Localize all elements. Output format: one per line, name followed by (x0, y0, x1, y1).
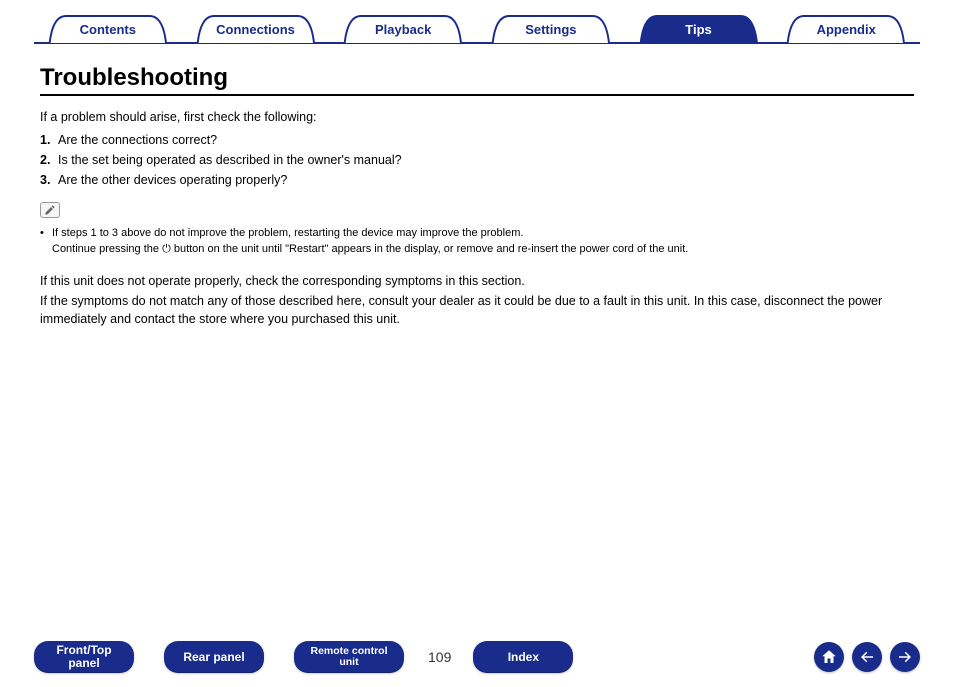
tab-appendix[interactable]: Appendix (773, 14, 919, 44)
check-item-2: 2.Is the set being operated as described… (40, 150, 914, 170)
note-line-2b: button on the unit until "Restart" appea… (171, 243, 689, 255)
check-item-1: 1.Are the connections correct? (40, 130, 914, 150)
nav-icons (814, 642, 920, 672)
page-number: 109 (428, 649, 451, 665)
note-block: • If steps 1 to 3 above do not improve t… (40, 226, 914, 258)
tab-settings[interactable]: Settings (478, 14, 624, 44)
intro-text: If a problem should arise, first check t… (40, 110, 914, 124)
tab-playback[interactable]: Playback (330, 14, 476, 44)
check-item-3: 3.Are the other devices operating proper… (40, 170, 914, 190)
page-body: Troubleshooting If a problem should aris… (0, 44, 954, 328)
remote-control-unit-button[interactable]: Remote control unit (294, 641, 404, 673)
bottom-bar: Front/Top panel Rear panel Remote contro… (0, 641, 954, 673)
front-top-panel-button[interactable]: Front/Top panel (34, 641, 134, 673)
note-line-2a: Continue pressing the (52, 243, 162, 255)
pencil-note-icon (40, 202, 60, 218)
next-page-button[interactable] (890, 642, 920, 672)
tab-contents[interactable]: Contents (35, 14, 181, 44)
home-icon (820, 648, 838, 666)
tab-tips[interactable]: Tips (626, 14, 772, 44)
note-line-1: If steps 1 to 3 above do not improve the… (52, 226, 523, 242)
home-button[interactable] (814, 642, 844, 672)
prev-page-button[interactable] (852, 642, 882, 672)
page-title: Troubleshooting (40, 64, 914, 92)
tab-connections[interactable]: Connections (183, 14, 329, 44)
top-tabs: Contents Connections Playback Settings T… (34, 14, 920, 44)
bullet-dot-icon: • (40, 226, 52, 242)
power-icon: ⏻ (162, 243, 171, 255)
arrow-right-icon (896, 648, 914, 666)
paragraph-1: If this unit does not operate properly, … (40, 272, 914, 290)
arrow-left-icon (858, 648, 876, 666)
check-text: Are the other devices operating properly… (58, 173, 287, 187)
title-rule (40, 94, 914, 96)
check-list: 1.Are the connections correct? 2.Is the … (40, 130, 914, 190)
rear-panel-button[interactable]: Rear panel (164, 641, 264, 673)
check-text: Is the set being operated as described i… (58, 153, 402, 167)
paragraph-2: If the symptoms do not match any of thos… (40, 292, 914, 328)
index-button[interactable]: Index (473, 641, 573, 673)
check-text: Are the connections correct? (58, 133, 217, 147)
